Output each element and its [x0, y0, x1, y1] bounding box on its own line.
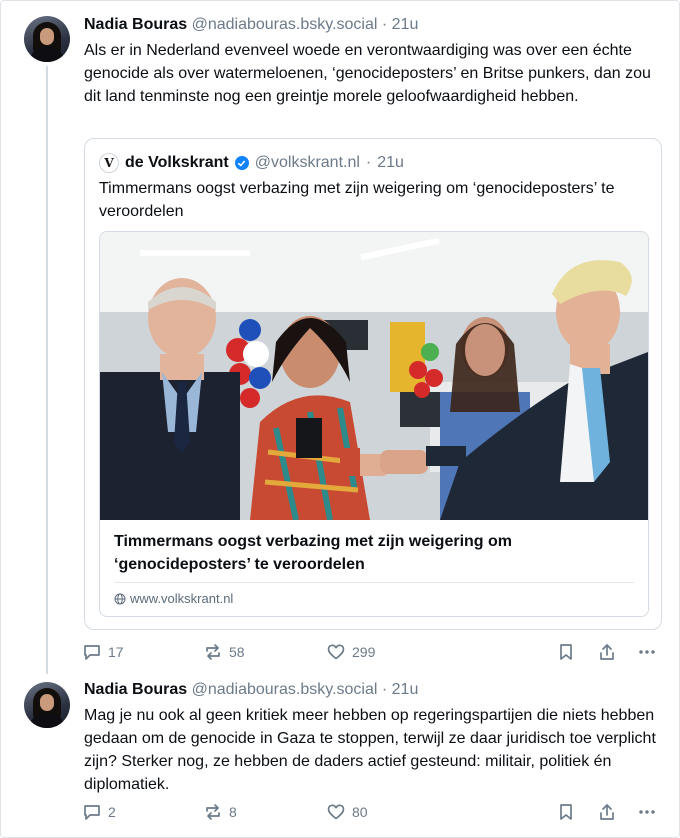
bookmark-button[interactable] [556, 642, 576, 662]
reply-count: 2 [108, 804, 116, 820]
bookmark-button[interactable] [556, 802, 576, 822]
repost-button[interactable]: 8 [203, 802, 237, 822]
more-dots-icon [639, 810, 655, 814]
more-dots-icon [639, 650, 655, 654]
reply-button[interactable]: 17 [82, 642, 124, 662]
card-domain[interactable]: www.volkskrant.nl [114, 591, 233, 606]
quote-author-handle[interactable]: @volkskrant.nl [255, 154, 360, 172]
card-title[interactable]: Timmermans oogst verbazing met zijn weig… [114, 530, 634, 576]
globe-icon [114, 593, 126, 604]
repost-arrows-icon [206, 644, 220, 660]
repost-count: 8 [229, 804, 237, 820]
post-actions: 17 58 299 [82, 642, 662, 664]
post-header: Nadia Bouras @nadiabouras.bsky.social · … [84, 681, 418, 699]
speech-bubble-icon [84, 645, 100, 660]
author-name[interactable]: Nadia Bouras [84, 16, 187, 33]
separator-dot: · [365, 154, 372, 171]
verified-check-icon [234, 156, 249, 170]
like-button[interactable]: 299 [326, 642, 375, 662]
bookmark-icon [560, 804, 572, 820]
repost-button[interactable]: 58 [203, 642, 245, 662]
post-header: Nadia Bouras @nadiabouras.bsky.social · … [84, 16, 418, 34]
quote-avatar[interactable]: V [99, 153, 119, 173]
share-button[interactable] [597, 642, 617, 662]
link-card[interactable]: Timmermans oogst verbazing met zijn weig… [99, 231, 649, 617]
post-time[interactable]: 21u [392, 681, 419, 698]
thread-line [46, 66, 48, 674]
repost-count: 58 [229, 644, 245, 660]
article-photo [100, 232, 648, 521]
share-button[interactable] [597, 802, 617, 822]
like-count: 299 [352, 644, 376, 660]
quote-author-name[interactable]: de Volkskrant [125, 154, 229, 172]
separator-dot: · [381, 16, 388, 33]
card-domain-text: www.volkskrant.nl [130, 591, 234, 606]
quote-text: Timmermans oogst verbazing met zijn weig… [99, 180, 615, 220]
post-actions: 2 8 80 [82, 802, 662, 824]
post-text: Mag je nu ook al geen kritiek meer hebbe… [84, 707, 656, 793]
like-button[interactable]: 80 [326, 802, 368, 822]
more-button[interactable] [637, 642, 657, 662]
more-button[interactable] [637, 802, 657, 822]
separator-dot: · [381, 681, 388, 698]
speech-bubble-icon [84, 805, 100, 820]
author-handle[interactable]: @nadiabouras.bsky.social [192, 16, 378, 33]
avatar[interactable] [24, 16, 70, 62]
post-time[interactable]: 21u [392, 16, 419, 33]
author-handle[interactable]: @nadiabouras.bsky.social [192, 681, 378, 698]
reply-button[interactable]: 2 [82, 802, 116, 822]
author-name[interactable]: Nadia Bouras [84, 681, 187, 698]
heart-icon [327, 804, 345, 820]
avatar[interactable] [24, 682, 70, 728]
quote-time[interactable]: 21u [377, 154, 404, 172]
share-icon [600, 804, 614, 820]
like-count: 80 [352, 804, 368, 820]
quote-post[interactable]: V de Volkskrant @volkskrant.nl · 21u Tim… [84, 138, 662, 630]
heart-icon [327, 644, 345, 660]
bookmark-icon [560, 644, 572, 660]
reply-count: 17 [108, 644, 124, 660]
post-text: Als er in Nederland evenveel woede en ve… [84, 42, 651, 105]
share-icon [600, 644, 614, 660]
card-divider [114, 582, 634, 583]
repost-arrows-icon [206, 804, 220, 820]
quote-header: V de Volkskrant @volkskrant.nl · 21u [99, 153, 404, 173]
